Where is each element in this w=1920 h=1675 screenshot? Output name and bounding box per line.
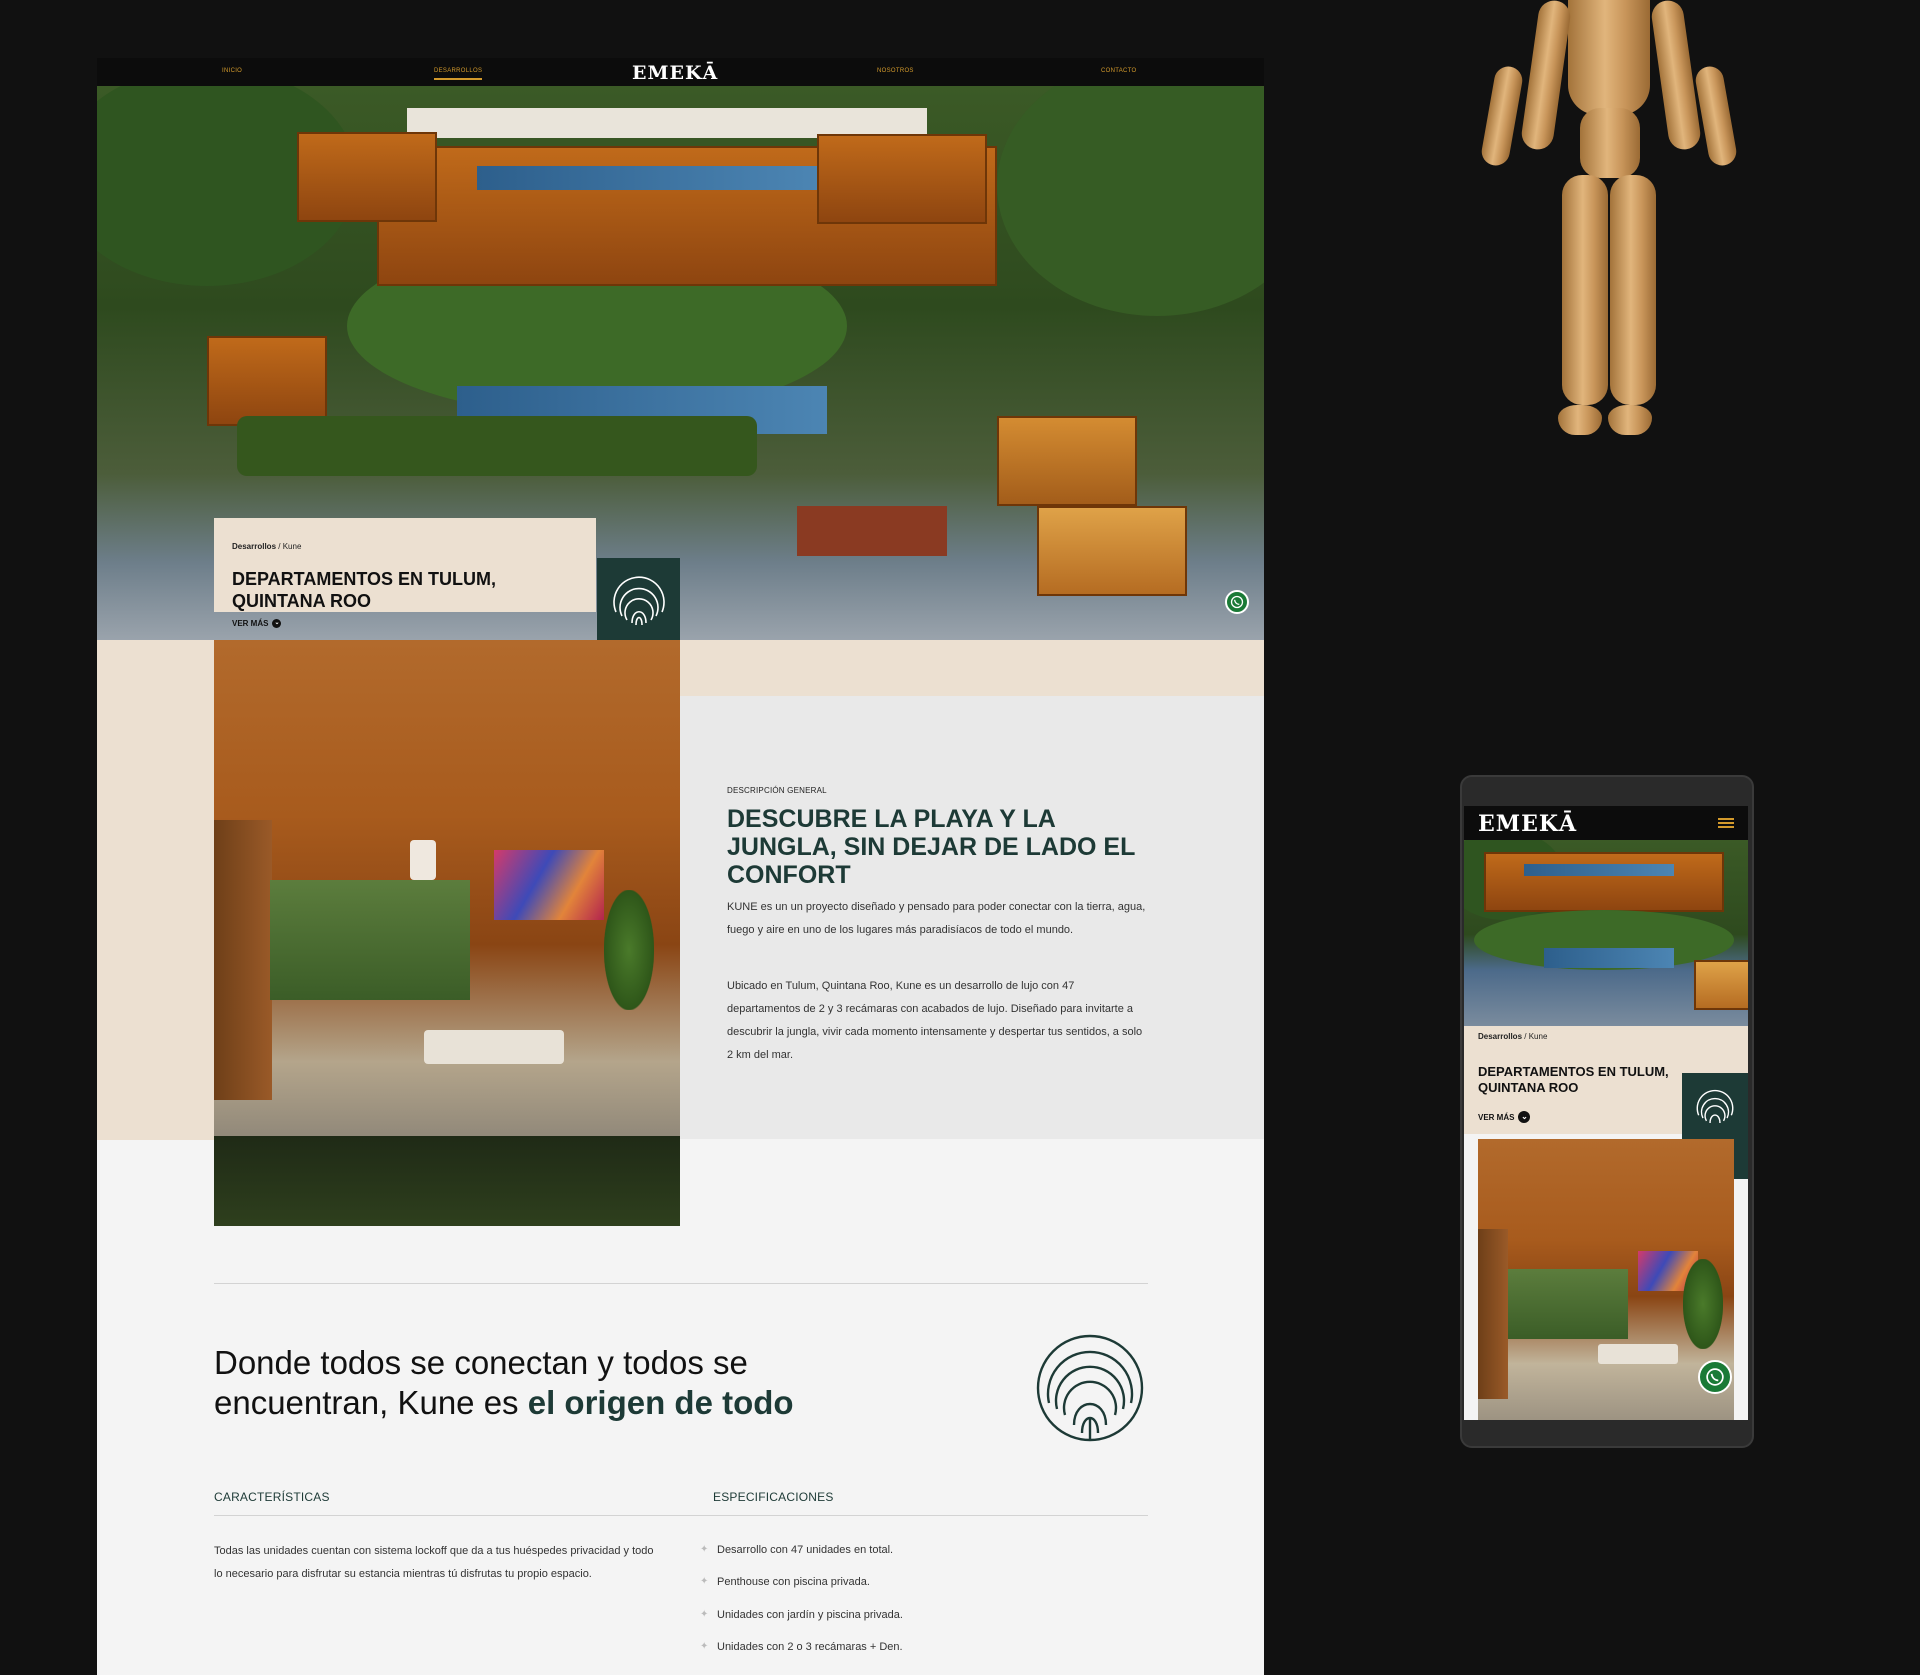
- mobile-screen: EMEKĀ Desarrollos / Kune DEPARTAMENTOS E…: [1464, 806, 1748, 1420]
- emeka-logo[interactable]: EMEKĀ: [1478, 811, 1577, 837]
- nav-contacto[interactable]: CONTACTO: [1101, 68, 1137, 74]
- desktop-mockup: INICIO DESARROLLOS EMEKĀ NOSOTROS CONTAC…: [97, 58, 1264, 1675]
- bullet-icon: ✦: [700, 1641, 709, 1652]
- hamburger-menu-icon[interactable]: [1718, 818, 1734, 828]
- mobile-interior-image: [1478, 1139, 1734, 1420]
- mobile-hero-title: DEPARTAMENTOS EN TULUM, QUINTANA ROO: [1478, 1064, 1669, 1095]
- description-paragraph-2: Ubicado en Tulum, Quintana Roo, Kune es …: [727, 980, 1143, 1061]
- breadcrumb-separator: /: [1522, 1032, 1529, 1041]
- ver-mas-button[interactable]: VER MÁS ⌄: [1478, 1111, 1531, 1123]
- whatsapp-icon: [1706, 1368, 1724, 1386]
- bullet-icon: ✦: [700, 1609, 709, 1620]
- kune-emblem-icon: [612, 576, 665, 626]
- breadcrumb-parent[interactable]: Desarrollos: [1478, 1032, 1522, 1041]
- bullet-icon: ✦: [700, 1576, 709, 1587]
- chevron-down-icon: ⌄: [1518, 1111, 1531, 1123]
- breadcrumb-current: Kune: [282, 542, 302, 551]
- kune-emblem-box: [597, 558, 680, 640]
- emeka-logo[interactable]: EMEKĀ: [632, 62, 718, 84]
- top-navigation: INICIO DESARROLLOS EMEKĀ NOSOTROS CONTAC…: [97, 58, 1264, 86]
- description-title: DESCUBRE LA PLAYA Y LA JUNGLA, SIN DEJAR…: [727, 805, 1135, 889]
- caracteristicas-text: Todas las unidades cuentan con sistema l…: [214, 1545, 654, 1580]
- especificaciones-heading: ESPECIFICACIONES: [713, 1490, 834, 1504]
- kune-emblem-icon: [1036, 1334, 1144, 1442]
- bullet-icon: ✦: [700, 1544, 709, 1555]
- tagline: Donde todos se conectan y todos se encue…: [214, 1343, 914, 1423]
- divider: [214, 1283, 1148, 1284]
- breadcrumb-parent[interactable]: Desarrollos: [232, 542, 276, 551]
- interior-render-image: [214, 640, 680, 1226]
- ver-mas-label: VER MÁS: [1478, 1112, 1515, 1122]
- spec-item: Unidades con 2 o 3 recámaras + Den.: [717, 1641, 903, 1653]
- nav-inicio[interactable]: INICIO: [222, 68, 242, 74]
- breadcrumb: Desarrollos / Kune: [1478, 1032, 1547, 1041]
- beige-band-top: [680, 640, 1264, 696]
- breadcrumb: Desarrollos / Kune: [214, 536, 320, 558]
- kune-emblem-box: [1682, 1073, 1748, 1139]
- hero-title: DEPARTAMENTOS EN TULUM, QUINTANA ROO: [232, 569, 496, 611]
- beige-band-left: [97, 640, 214, 1140]
- description-paragraph-1: KUNE es un un proyecto diseñado y pensad…: [727, 901, 1146, 936]
- nav-nosotros[interactable]: NOSOTROS: [877, 68, 914, 74]
- caracteristicas-heading: CARACTERÍSTICAS: [214, 1490, 330, 1504]
- mobile-hero-image: [1464, 840, 1748, 1050]
- whatsapp-icon: [1230, 595, 1244, 609]
- ver-mas-label: VER MÁS: [232, 619, 269, 628]
- spec-item: Desarrollo con 47 unidades en total.: [717, 1544, 894, 1556]
- spec-item: Penthouse con piscina privada.: [717, 1576, 870, 1588]
- kune-emblem-icon: [1696, 1089, 1734, 1124]
- chevron-down-icon: ⌄: [272, 619, 282, 628]
- description-label: DESCRIPCIÓN GENERAL: [727, 786, 827, 795]
- breadcrumb-separator: /: [276, 542, 283, 551]
- whatsapp-button[interactable]: [1225, 590, 1249, 614]
- breadcrumb-current: Kune: [1528, 1032, 1548, 1041]
- nav-desarrollos[interactable]: DESARROLLOS: [434, 68, 483, 80]
- tagline-highlight: el origen de todo: [527, 1384, 794, 1421]
- ver-mas-button[interactable]: VER MÁS ⌄: [232, 619, 282, 628]
- mobile-top-navigation: EMEKĀ: [1464, 806, 1748, 840]
- mobile-accent-block: [1734, 1139, 1748, 1179]
- whatsapp-button[interactable]: [1698, 1360, 1732, 1394]
- spec-item: Unidades con jardín y piscina privada.: [717, 1609, 903, 1621]
- section-divider: [214, 1515, 1148, 1516]
